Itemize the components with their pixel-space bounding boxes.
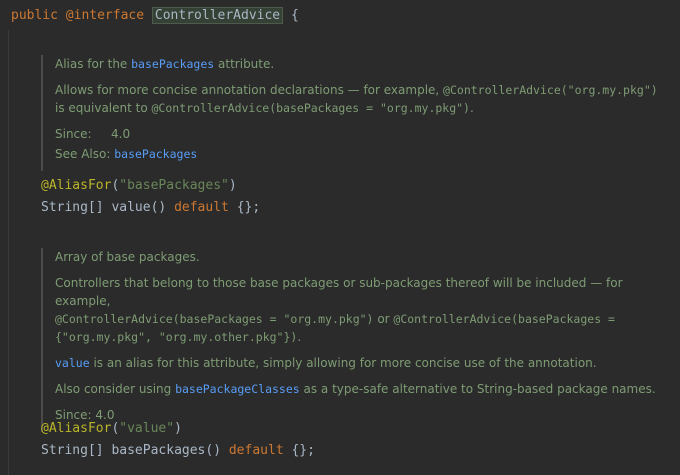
annotation-line-2: @AliasFor("value") [41,421,182,436]
open-brace: { [290,8,299,23]
aliasfor-annotation[interactable]: @AliasFor [41,178,111,193]
link-basepackages[interactable]: basePackages [131,57,214,71]
doc-consider-note: Also consider using basePackageClasses a… [55,382,656,396]
doc-paragraph: Allows for more concise annotation decla… [55,83,658,115]
javadoc-value: Alias for the basePackages attribute. Al… [41,55,673,171]
method-basepackages: String[] basePackages() default {}; [41,443,315,458]
method-name-value[interactable]: value [111,200,150,215]
keyword-interface: @interface [65,8,145,23]
doc-alias-note: value is an alias for this attribute, si… [55,356,597,370]
indent-guide [8,30,9,475]
doc-summary: Alias for the basePackages attribute. [55,57,275,71]
doc-summary: Array of base packages. [55,250,200,264]
doc-paragraph: Controllers that belong to those base pa… [55,276,623,344]
javadoc-basepackages: Array of base packages. Controllers that… [41,248,673,432]
method-name-basepackages[interactable]: basePackages [111,443,205,458]
link-basepackageclasses[interactable]: basePackageClasses [175,382,300,396]
link-see-basepackages[interactable]: basePackages [114,147,197,161]
method-value: String[] value() default {}; [41,200,261,215]
interface-declaration: public @interface ControllerAdvice { [11,7,299,25]
annotation-line-1: @AliasFor("basePackages") [41,178,237,193]
doc-since: Since: 4.0 [55,127,131,141]
link-value[interactable]: value [55,356,90,370]
class-name[interactable]: ControllerAdvice [151,7,284,24]
doc-see-also: See Also: basePackages [55,147,198,161]
keyword-public: public [11,8,58,23]
aliasfor-annotation[interactable]: @AliasFor [41,421,111,436]
